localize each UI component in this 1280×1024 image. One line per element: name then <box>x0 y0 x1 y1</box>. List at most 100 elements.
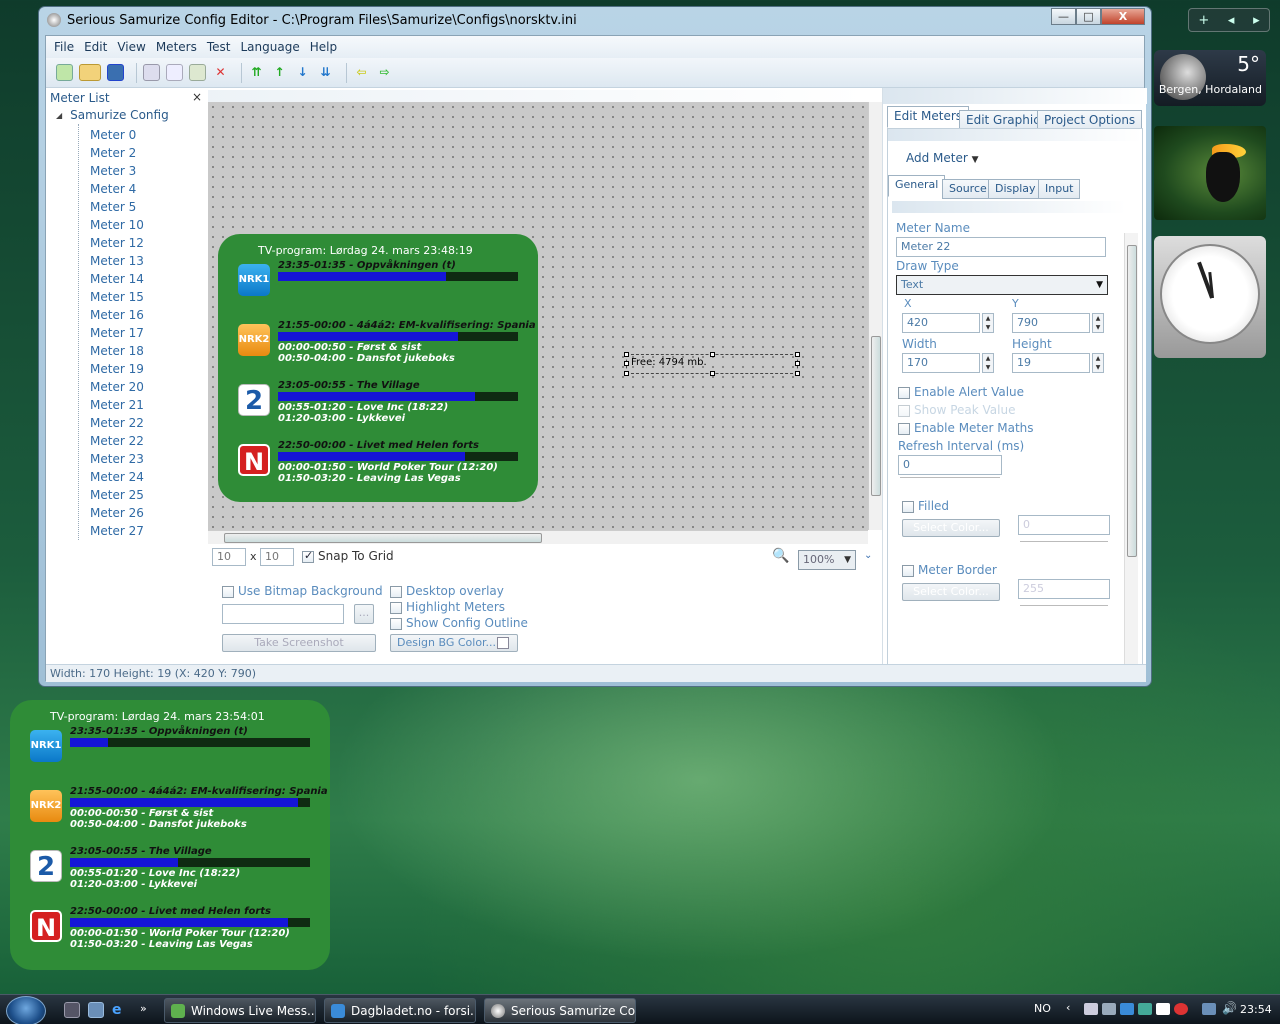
menu-test[interactable]: Test <box>207 40 231 54</box>
switch-windows-icon[interactable] <box>88 1002 104 1018</box>
meter-border-checkbox[interactable] <box>902 565 914 577</box>
browse-button[interactable]: ... <box>354 604 374 624</box>
meter-list-item[interactable]: Meter 25 <box>90 486 144 504</box>
minimize-button[interactable]: — <box>1051 8 1076 25</box>
new-icon[interactable] <box>56 64 73 81</box>
move-top-icon[interactable]: ⇈ <box>248 64 265 81</box>
language-indicator[interactable]: NO <box>1034 1002 1051 1015</box>
take-screenshot-button[interactable]: Take Screenshot <box>222 634 376 652</box>
zoom-preview-icon[interactable]: 🔍 <box>772 548 789 564</box>
border-opacity-field[interactable]: 255 <box>1018 579 1110 599</box>
bitmap-path-input[interactable] <box>222 604 344 624</box>
tab-edit-meters[interactable]: Edit Meters <box>887 106 970 128</box>
tv-widget-preview[interactable]: TV-program: Lørdag 24. mars 23:48:19 NRK1… <box>218 234 538 502</box>
scroll-thumb[interactable] <box>224 533 542 543</box>
move-down-icon[interactable]: ↓ <box>294 64 311 81</box>
menu-file[interactable]: File <box>54 40 74 54</box>
tray-user-icon[interactable] <box>1102 1003 1116 1015</box>
canvas-horizontal-scrollbar[interactable] <box>208 530 868 544</box>
resize-handle[interactable] <box>710 371 715 376</box>
meter-list-item[interactable]: Meter 15 <box>90 288 144 306</box>
meter-list-item[interactable]: Meter 2 <box>90 144 136 162</box>
meter-list-item[interactable]: Meter 16 <box>90 306 144 324</box>
tray-stop-icon[interactable] <box>1174 1003 1188 1015</box>
meter-list-item[interactable]: Meter 21 <box>90 396 144 414</box>
previous-icon[interactable]: ◂ <box>1228 13 1235 28</box>
volume-icon[interactable]: 🔊 <box>1222 1001 1237 1015</box>
scroll-thumb[interactable] <box>871 336 881 496</box>
refresh-slider[interactable] <box>900 477 1000 483</box>
meter-list-item[interactable]: Meter 24 <box>90 468 144 486</box>
tab-general[interactable]: General <box>888 175 946 197</box>
back-icon[interactable]: ⇦ <box>353 64 370 81</box>
meter-list-item[interactable]: Meter 17 <box>90 324 144 342</box>
weather-gadget[interactable]: 5° Bergen, Hordaland <box>1154 50 1266 106</box>
tab-source[interactable]: Source <box>942 179 994 199</box>
resize-handle[interactable] <box>624 371 629 376</box>
design-bg-color-button[interactable]: Design BG Color... <box>390 634 518 652</box>
filled-opacity-slider[interactable] <box>1020 541 1108 545</box>
tray-sync-icon[interactable] <box>1138 1003 1152 1015</box>
menu-meters[interactable]: Meters <box>156 40 197 54</box>
internet-explorer-icon[interactable]: e <box>112 1002 128 1018</box>
show-peak-checkbox[interactable] <box>898 405 910 417</box>
use-bitmap-bg-checkbox[interactable] <box>222 586 234 598</box>
start-button[interactable] <box>6 996 46 1024</box>
collapse-chevron-icon[interactable]: ⌄ <box>864 550 872 561</box>
tray-vpn-icon[interactable] <box>1156 1003 1170 1015</box>
copy-icon[interactable] <box>166 64 183 81</box>
clock-gadget[interactable] <box>1154 236 1266 358</box>
forward-icon[interactable]: ⇨ <box>376 64 393 81</box>
draw-type-select[interactable]: Text ▼ <box>896 275 1108 295</box>
meter-list-item[interactable]: Meter 5 <box>90 198 136 216</box>
resize-handle[interactable] <box>795 361 800 366</box>
delete-icon[interactable]: ✕ <box>212 64 229 81</box>
next-icon[interactable]: ▸ <box>1253 13 1260 28</box>
resize-handle[interactable] <box>624 361 629 366</box>
width-spinner[interactable]: ▲ ▼ <box>982 353 994 373</box>
canvas-vertical-scrollbar[interactable] <box>868 102 882 530</box>
task-live-messenger[interactable]: Windows Live Mess... <box>164 998 316 1023</box>
show-desktop-icon[interactable] <box>64 1002 80 1018</box>
resize-handle[interactable] <box>795 371 800 376</box>
move-up-icon[interactable]: ↑ <box>271 64 288 81</box>
more-icon[interactable]: » <box>140 1002 156 1018</box>
design-canvas[interactable]: TV-program: Lørdag 24. mars 23:48:19 NRK1… <box>208 102 868 530</box>
filled-select-color-button[interactable]: Select Color... <box>902 519 1000 537</box>
meter-list-item[interactable]: Meter 18 <box>90 342 144 360</box>
tray-update-icon[interactable] <box>1120 1003 1134 1015</box>
tab-display[interactable]: Display <box>988 179 1043 199</box>
add-meter-button[interactable]: Add Meter ▼ <box>906 151 979 165</box>
selected-meter[interactable]: Free: 4794 mb. <box>624 352 800 376</box>
y-spinner[interactable]: ▲ ▼ <box>1092 313 1104 333</box>
task-samurize[interactable]: Serious Samurize Co... <box>484 998 636 1023</box>
resize-handle[interactable] <box>624 352 629 357</box>
enable-maths-checkbox[interactable] <box>898 423 910 435</box>
grid-y-input[interactable]: 10 <box>260 548 294 566</box>
meter-list-item[interactable]: Meter 10 <box>90 216 144 234</box>
show-config-outline-checkbox[interactable] <box>390 618 402 630</box>
window-titlebar[interactable]: Serious Samurize Config Editor - C:\Prog… <box>39 7 1151 33</box>
zoom-select[interactable]: 100% ▼ <box>798 550 856 570</box>
border-select-color-button[interactable]: Select Color... <box>902 583 1000 601</box>
meter-name-field[interactable]: Meter 22 <box>896 237 1106 257</box>
tray-app-icon[interactable] <box>1084 1003 1098 1015</box>
tray-expand-icon[interactable]: ‹ <box>1066 1001 1070 1014</box>
meter-list-item[interactable]: Meter 23 <box>90 450 144 468</box>
properties-scrollbar[interactable] <box>1124 233 1138 681</box>
desktop-overlay-checkbox[interactable] <box>390 586 402 598</box>
open-icon[interactable] <box>79 64 101 81</box>
menu-language[interactable]: Language <box>240 40 299 54</box>
menu-view[interactable]: View <box>117 40 145 54</box>
tab-input[interactable]: Input <box>1038 179 1081 199</box>
add-gadget-icon[interactable]: + <box>1198 13 1209 28</box>
close-button[interactable]: X <box>1101 8 1145 25</box>
meter-list-item[interactable]: Meter 4 <box>90 180 136 198</box>
network-icon[interactable] <box>1202 1003 1216 1015</box>
clock-time[interactable]: 23:54 <box>1240 1003 1272 1016</box>
y-field[interactable]: 790 <box>1012 313 1090 333</box>
tree-root[interactable]: ◢ Samurize Config <box>56 108 169 122</box>
resize-handle[interactable] <box>710 352 715 357</box>
height-field[interactable]: 19 <box>1012 353 1090 373</box>
height-spinner[interactable]: ▲ ▼ <box>1092 353 1104 373</box>
